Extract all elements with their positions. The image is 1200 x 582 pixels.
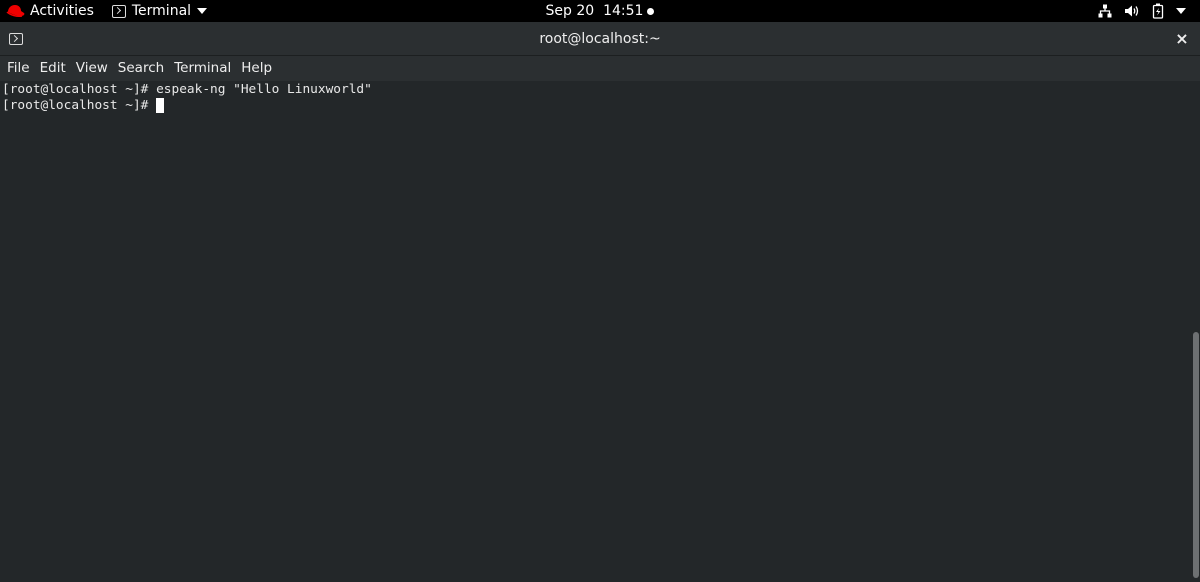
- clock-button[interactable]: Sep 20 14:51: [546, 3, 655, 19]
- menu-search[interactable]: Search: [113, 56, 169, 81]
- menu-help[interactable]: Help: [236, 56, 277, 81]
- window-titlebar[interactable]: root@localhost:~ ×: [0, 22, 1200, 56]
- clock-label: Sep 20 14:51: [545, 3, 644, 19]
- top-bar: Activities Terminal Sep 20 14:51: [0, 0, 1200, 22]
- menu-bar: File Edit View Search Terminal Help: [0, 56, 1200, 81]
- terminal-prompt-line: [root@localhost ~]#: [2, 98, 1198, 114]
- menu-edit[interactable]: Edit: [35, 56, 71, 81]
- terminal-window: root@localhost:~ × File Edit View Search…: [0, 22, 1200, 582]
- menu-view[interactable]: View: [71, 56, 113, 81]
- text-cursor: [156, 98, 165, 113]
- redhat-logo-icon: [4, 3, 26, 19]
- menu-terminal[interactable]: Terminal: [169, 56, 236, 81]
- terminal-line: [root@localhost ~]# espeak-ng "Hello Lin…: [2, 82, 372, 97]
- terminal-icon: [111, 4, 126, 18]
- terminal-output[interactable]: [root@localhost ~]# espeak-ng "Hello Lin…: [0, 81, 1200, 582]
- menu-file[interactable]: File: [2, 56, 35, 81]
- top-bar-left: Activities Terminal: [4, 0, 208, 22]
- window-title: root@localhost:~: [539, 31, 661, 47]
- app-menu-button[interactable]: Terminal: [111, 3, 208, 19]
- close-button[interactable]: ×: [1174, 22, 1190, 56]
- status-area[interactable]: [1098, 0, 1186, 22]
- terminal-prompt: [root@localhost ~]#: [2, 98, 157, 113]
- chevron-down-icon: [197, 8, 208, 14]
- volume-icon: [1124, 4, 1140, 18]
- notification-dot-icon: [647, 7, 655, 15]
- activities-button[interactable]: Activities: [30, 3, 94, 19]
- network-icon: [1098, 4, 1112, 18]
- scrollbar[interactable]: [1193, 332, 1199, 578]
- chevron-down-icon: [1176, 8, 1186, 14]
- battery-icon: [1152, 3, 1164, 19]
- app-menu-label: Terminal: [131, 3, 192, 19]
